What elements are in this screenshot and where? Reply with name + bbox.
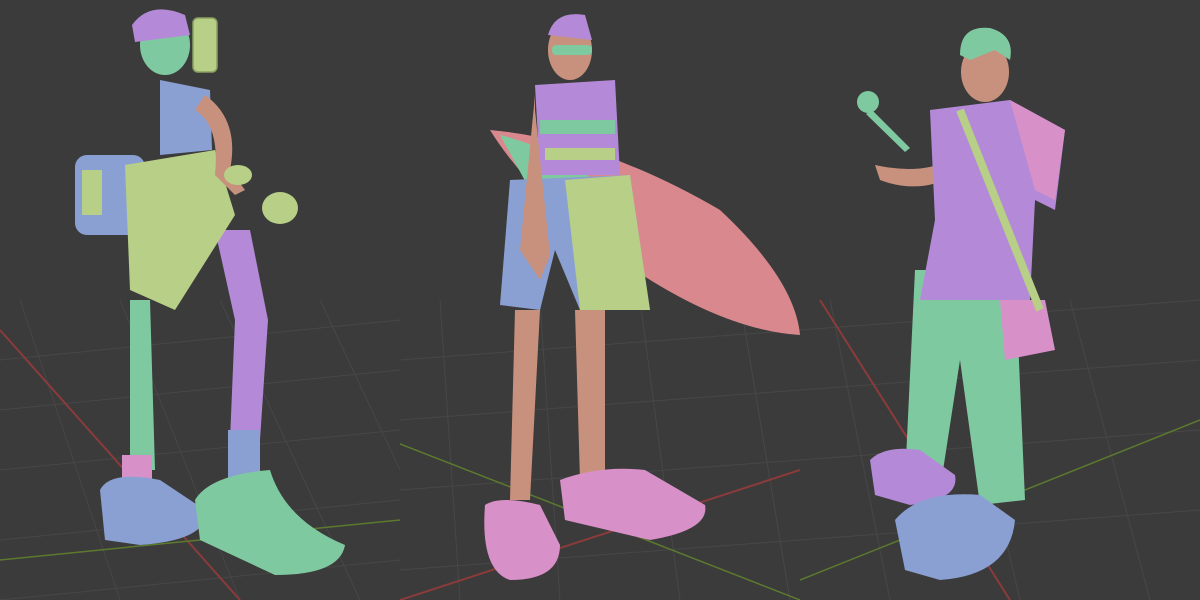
- sunglasses: [552, 45, 592, 55]
- shoulder-bag: [1000, 300, 1055, 360]
- scene-2: [400, 0, 800, 600]
- scene-1: [0, 0, 400, 600]
- right-leg: [575, 310, 605, 480]
- viewport-3[interactable]: [800, 0, 1200, 600]
- phone: [192, 17, 218, 73]
- dumbbell: [224, 165, 252, 185]
- viewport-strip: [0, 0, 1200, 600]
- viewport-1[interactable]: [0, 0, 400, 600]
- scene-3: [800, 0, 1200, 600]
- microphone: [857, 91, 879, 113]
- viewport-2[interactable]: [400, 0, 800, 600]
